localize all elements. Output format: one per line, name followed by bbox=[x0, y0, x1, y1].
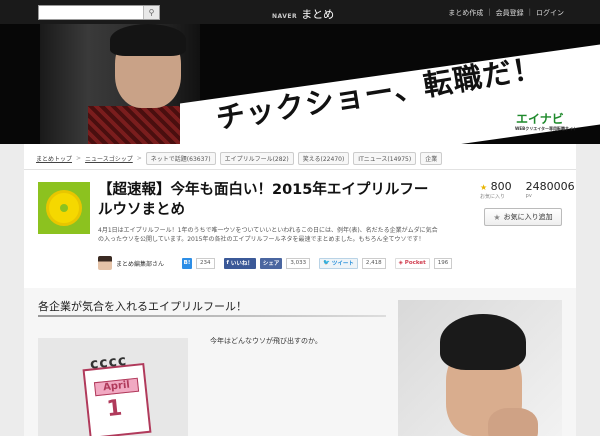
tag-net-topics[interactable]: ネットで話題(63637) bbox=[145, 152, 216, 165]
views-count: 2480006 bbox=[525, 180, 575, 193]
enavi-tagline: WEBクリエイター専用転職サイト bbox=[515, 126, 578, 131]
register-link[interactable]: 会員登録 bbox=[496, 8, 524, 18]
photo-hair bbox=[440, 314, 526, 370]
enavi-logo: エイナビ bbox=[516, 112, 564, 126]
star-icon: ★ bbox=[493, 212, 501, 222]
tweet-label: ツイート bbox=[331, 261, 354, 267]
facebook-share-button[interactable]: シェア bbox=[259, 257, 283, 269]
article-body: 各企業が気合を入れるエイプリルフール！ cccc April 1 今年はどんなウ… bbox=[24, 288, 576, 436]
hatena-bookmark-button[interactable]: B! bbox=[182, 257, 193, 269]
search-icon: ⚲ bbox=[148, 8, 155, 17]
tag-funny[interactable]: 笑える(22470) bbox=[297, 152, 350, 165]
ad-banner[interactable]: チックショー、転職だ！ エイナビ WEBクリエイター専用転職サイト bbox=[0, 24, 600, 144]
social-bar: まとめ編集部さん B! 234 f いいね！ シェア 3,033 🐦 ツイート … bbox=[98, 256, 457, 270]
chevron-right-icon: > bbox=[136, 155, 142, 162]
section-heading: 各企業が気合を入れるエイプリルフール！ bbox=[38, 300, 247, 313]
calendar-day: 1 bbox=[105, 395, 124, 423]
author-avatar[interactable] bbox=[98, 256, 112, 270]
divider: | bbox=[488, 8, 491, 16]
facebook-like-button[interactable]: f いいね！ bbox=[223, 257, 256, 269]
banner-hair bbox=[110, 24, 186, 56]
pocket-button[interactable]: ◈ Pocket bbox=[394, 257, 430, 269]
calendar-month: April bbox=[93, 377, 140, 397]
breadcrumb-home[interactable]: まとめトップ bbox=[36, 154, 72, 163]
hatena-count: 234 bbox=[196, 257, 215, 269]
disc-icon bbox=[46, 190, 82, 226]
calendar-image: cccc April 1 bbox=[38, 338, 188, 436]
login-link[interactable]: ログイン bbox=[536, 8, 564, 18]
twitter-icon: 🐦 bbox=[323, 260, 332, 266]
section-divider bbox=[38, 315, 386, 317]
create-matome-link[interactable]: まとめ作成 bbox=[448, 8, 483, 18]
divider: | bbox=[528, 8, 531, 16]
sidebar-ad-photo[interactable] bbox=[398, 300, 562, 436]
favorites-count: 800 bbox=[490, 180, 512, 193]
article-header: 【超速報】今年も面白い！2015年エイプリルフールウソまとめ 4月1日はエイプリ… bbox=[24, 170, 576, 288]
tag-it-news[interactable]: ITニュース(14975) bbox=[353, 152, 417, 165]
star-icon: ★ bbox=[480, 183, 488, 192]
photo-hand bbox=[488, 408, 538, 436]
item-text: 今年はどんなウソが飛び出すのか。 bbox=[210, 337, 322, 345]
views-label: pv bbox=[525, 193, 532, 199]
site-logo[interactable]: NAVER まとめ bbox=[272, 6, 334, 22]
tag-company[interactable]: 企業 bbox=[420, 152, 443, 165]
search-button[interactable]: ⚲ bbox=[143, 6, 159, 19]
article-stats: ★ 800 お気に入り 2480006 pv bbox=[480, 180, 575, 200]
top-navbar: ⚲ NAVER まとめ まとめ作成 | 会員登録 | ログイン bbox=[0, 0, 600, 24]
article-thumbnail bbox=[38, 182, 90, 234]
search-input[interactable]: ⚲ bbox=[38, 5, 160, 20]
calendar-rings: cccc bbox=[89, 352, 128, 373]
add-favorite-button[interactable]: ★ お気に入り追加 bbox=[484, 208, 562, 226]
chevron-right-icon: > bbox=[76, 155, 82, 162]
matome-logo-text: まとめ bbox=[301, 8, 335, 21]
breadcrumb-category[interactable]: ニュースゴシップ bbox=[85, 154, 133, 163]
article-description: 4月1日はエイプリルフール！1年のうちで唯一ウソをついていいといわれるこの日には… bbox=[98, 227, 438, 243]
page-title: 【超速報】今年も面白い！2015年エイプリルフールウソまとめ bbox=[98, 182, 429, 218]
favorites-stat: ★ 800 お気に入り bbox=[480, 180, 512, 200]
pocket-count: 196 bbox=[433, 257, 453, 269]
banner-photo bbox=[40, 24, 208, 144]
pocket-label: Pocket bbox=[404, 260, 426, 266]
naver-logo-text: NAVER bbox=[272, 13, 298, 20]
share-count: 3,033 bbox=[286, 257, 311, 269]
views-stat: 2480006 pv bbox=[526, 180, 575, 200]
account-links: まとめ作成 | 会員登録 | ログイン bbox=[448, 8, 564, 18]
like-label: いいね！ bbox=[230, 261, 253, 267]
breadcrumb: まとめトップ > ニュースゴシップ > ネットで話題(63637) エイプリルフ… bbox=[24, 144, 576, 170]
tweet-count: 2,418 bbox=[361, 257, 386, 269]
tweet-button[interactable]: 🐦 ツイート bbox=[319, 257, 358, 269]
tag-april-fool[interactable]: エイプリルフール(282) bbox=[219, 152, 294, 165]
author-name[interactable]: まとめ編集部さん bbox=[116, 259, 164, 268]
calendar-icon: cccc April 1 bbox=[82, 353, 152, 436]
favorites-label: お気に入り bbox=[480, 194, 506, 200]
add-favorite-label: お気に入り追加 bbox=[503, 213, 553, 221]
